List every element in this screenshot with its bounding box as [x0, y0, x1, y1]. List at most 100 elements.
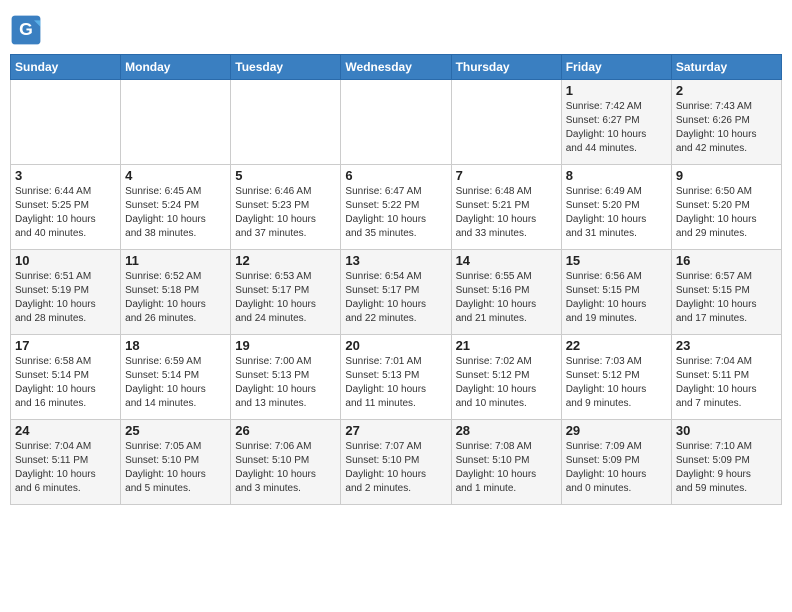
day-info: Sunrise: 7:04 AM Sunset: 5:11 PM Dayligh…	[676, 355, 777, 411]
day-number: 25	[125, 423, 226, 438]
day-info: Sunrise: 7:08 AM Sunset: 5:10 PM Dayligh…	[456, 440, 557, 496]
day-number: 7	[456, 168, 557, 183]
day-number: 10	[15, 253, 116, 268]
calendar-cell: 16Sunrise: 6:57 AM Sunset: 5:15 PM Dayli…	[671, 250, 781, 335]
day-number: 23	[676, 338, 777, 353]
day-number: 26	[235, 423, 336, 438]
weekday-header-wednesday: Wednesday	[341, 55, 451, 80]
day-number: 8	[566, 168, 667, 183]
day-number: 29	[566, 423, 667, 438]
calendar-cell: 10 Sunrise: 6:51 AM Sunset: 5:19 PM Dayli…	[11, 250, 121, 335]
day-info: Sunrise: 7:03 AM Sunset: 5:12 PM Dayligh…	[566, 355, 667, 411]
day-info: Sunrise: 6:44 AM Sunset: 5:25 PM Dayligh…	[15, 185, 116, 241]
day-number: 17	[15, 338, 116, 353]
calendar-cell: 17 Sunrise: 6:58 AM Sunset: 5:14 PM Dayli…	[11, 335, 121, 420]
calendar-cell: 24 Sunrise: 7:04 AM Sunset: 5:11 PM Dayli…	[11, 420, 121, 505]
calendar-cell	[121, 80, 231, 165]
calendar-cell: 21 Sunrise: 7:02 AM Sunset: 5:12 PM Dayli…	[451, 335, 561, 420]
day-number: 30	[676, 423, 777, 438]
calendar-table: SundayMondayTuesdayWednesdayThursdayFrid…	[10, 54, 782, 505]
day-info: Sunrise: 7:06 AM Sunset: 5:10 PM Dayligh…	[235, 440, 336, 496]
day-info: Sunrise: 6:56 AM Sunset: 5:15 PM Dayligh…	[566, 270, 667, 326]
calendar-week-4: 24 Sunrise: 7:04 AM Sunset: 5:11 PM Dayli…	[11, 420, 782, 505]
day-number: 2	[676, 83, 777, 98]
calendar-week-0: 1 Sunrise: 7:42 AM Sunset: 6:27 PM Daylig…	[11, 80, 782, 165]
weekday-header-sunday: Sunday	[11, 55, 121, 80]
day-number: 5	[235, 168, 336, 183]
day-info: Sunrise: 6:47 AM Sunset: 5:22 PM Dayligh…	[345, 185, 446, 241]
day-info: Sunrise: 7:07 AM Sunset: 5:10 PM Dayligh…	[345, 440, 446, 496]
weekday-header-thursday: Thursday	[451, 55, 561, 80]
calendar-cell: 20Sunrise: 7:01 AM Sunset: 5:13 PM Dayli…	[341, 335, 451, 420]
calendar-cell: 22 Sunrise: 7:03 AM Sunset: 5:12 PM Dayli…	[561, 335, 671, 420]
calendar-cell: 2 Sunrise: 7:43 AM Sunset: 6:26 PM Daylig…	[671, 80, 781, 165]
calendar-week-1: 3Sunrise: 6:44 AM Sunset: 5:25 PM Daylig…	[11, 165, 782, 250]
day-info: Sunrise: 6:48 AM Sunset: 5:21 PM Dayligh…	[456, 185, 557, 241]
calendar-cell	[341, 80, 451, 165]
day-number: 1	[566, 83, 667, 98]
calendar-cell: 13Sunrise: 6:54 AM Sunset: 5:17 PM Dayli…	[341, 250, 451, 335]
day-info: Sunrise: 6:49 AM Sunset: 5:20 PM Dayligh…	[566, 185, 667, 241]
day-info: Sunrise: 6:50 AM Sunset: 5:20 PM Dayligh…	[676, 185, 777, 241]
calendar-cell: 6 Sunrise: 6:47 AM Sunset: 5:22 PM Daylig…	[341, 165, 451, 250]
day-info: Sunrise: 6:58 AM Sunset: 5:14 PM Dayligh…	[15, 355, 116, 411]
day-number: 20	[345, 338, 446, 353]
day-number: 22	[566, 338, 667, 353]
day-info: Sunrise: 7:10 AM Sunset: 5:09 PM Dayligh…	[676, 440, 777, 496]
logo-icon: G	[10, 14, 42, 46]
header: G	[10, 10, 782, 46]
calendar-week-2: 10 Sunrise: 6:51 AM Sunset: 5:19 PM Dayli…	[11, 250, 782, 335]
calendar-cell: 1 Sunrise: 7:42 AM Sunset: 6:27 PM Daylig…	[561, 80, 671, 165]
day-number: 12	[235, 253, 336, 268]
day-number: 15	[566, 253, 667, 268]
day-info: Sunrise: 6:59 AM Sunset: 5:14 PM Dayligh…	[125, 355, 226, 411]
calendar-cell: 23 Sunrise: 7:04 AM Sunset: 5:11 PM Dayli…	[671, 335, 781, 420]
weekday-header-row: SundayMondayTuesdayWednesdayThursdayFrid…	[11, 55, 782, 80]
day-info: Sunrise: 7:02 AM Sunset: 5:12 PM Dayligh…	[456, 355, 557, 411]
calendar-cell: 12 Sunrise: 6:53 AM Sunset: 5:17 PM Dayli…	[231, 250, 341, 335]
calendar-cell	[231, 80, 341, 165]
weekday-header-tuesday: Tuesday	[231, 55, 341, 80]
day-info: Sunrise: 6:55 AM Sunset: 5:16 PM Dayligh…	[456, 270, 557, 326]
day-info: Sunrise: 6:53 AM Sunset: 5:17 PM Dayligh…	[235, 270, 336, 326]
day-info: Sunrise: 7:05 AM Sunset: 5:10 PM Dayligh…	[125, 440, 226, 496]
calendar-cell: 25 Sunrise: 7:05 AM Sunset: 5:10 PM Dayli…	[121, 420, 231, 505]
calendar-cell: 5 Sunrise: 6:46 AM Sunset: 5:23 PM Daylig…	[231, 165, 341, 250]
calendar-cell: 11Sunrise: 6:52 AM Sunset: 5:18 PM Dayli…	[121, 250, 231, 335]
day-number: 14	[456, 253, 557, 268]
calendar-cell: 19Sunrise: 7:00 AM Sunset: 5:13 PM Dayli…	[231, 335, 341, 420]
logo: G	[10, 14, 46, 46]
day-number: 13	[345, 253, 446, 268]
day-info: Sunrise: 7:04 AM Sunset: 5:11 PM Dayligh…	[15, 440, 116, 496]
day-info: Sunrise: 7:09 AM Sunset: 5:09 PM Dayligh…	[566, 440, 667, 496]
day-number: 24	[15, 423, 116, 438]
calendar-cell: 15 Sunrise: 6:56 AM Sunset: 5:15 PM Dayli…	[561, 250, 671, 335]
day-info: Sunrise: 6:46 AM Sunset: 5:23 PM Dayligh…	[235, 185, 336, 241]
day-info: Sunrise: 7:43 AM Sunset: 6:26 PM Dayligh…	[676, 100, 777, 156]
calendar-cell: 7 Sunrise: 6:48 AM Sunset: 5:21 PM Daylig…	[451, 165, 561, 250]
calendar-cell: 30 Sunrise: 7:10 AM Sunset: 5:09 PM Dayli…	[671, 420, 781, 505]
day-number: 6	[345, 168, 446, 183]
calendar-cell	[451, 80, 561, 165]
day-number: 21	[456, 338, 557, 353]
calendar-cell: 3Sunrise: 6:44 AM Sunset: 5:25 PM Daylig…	[11, 165, 121, 250]
day-number: 11	[125, 253, 226, 268]
calendar-week-3: 17 Sunrise: 6:58 AM Sunset: 5:14 PM Dayli…	[11, 335, 782, 420]
calendar-cell: 28 Sunrise: 7:08 AM Sunset: 5:10 PM Dayli…	[451, 420, 561, 505]
day-info: Sunrise: 6:51 AM Sunset: 5:19 PM Dayligh…	[15, 270, 116, 326]
day-number: 28	[456, 423, 557, 438]
calendar-cell: 4Sunrise: 6:45 AM Sunset: 5:24 PM Daylig…	[121, 165, 231, 250]
calendar-cell: 9 Sunrise: 6:50 AM Sunset: 5:20 PM Daylig…	[671, 165, 781, 250]
day-number: 27	[345, 423, 446, 438]
weekday-header-saturday: Saturday	[671, 55, 781, 80]
day-info: Sunrise: 6:45 AM Sunset: 5:24 PM Dayligh…	[125, 185, 226, 241]
day-info: Sunrise: 7:42 AM Sunset: 6:27 PM Dayligh…	[566, 100, 667, 156]
calendar-cell: 8 Sunrise: 6:49 AM Sunset: 5:20 PM Daylig…	[561, 165, 671, 250]
calendar-cell: 14 Sunrise: 6:55 AM Sunset: 5:16 PM Dayli…	[451, 250, 561, 335]
calendar-cell: 27 Sunrise: 7:07 AM Sunset: 5:10 PM Dayli…	[341, 420, 451, 505]
calendar-cell	[11, 80, 121, 165]
day-number: 9	[676, 168, 777, 183]
calendar-cell: 29 Sunrise: 7:09 AM Sunset: 5:09 PM Dayli…	[561, 420, 671, 505]
day-number: 19	[235, 338, 336, 353]
day-number: 18	[125, 338, 226, 353]
